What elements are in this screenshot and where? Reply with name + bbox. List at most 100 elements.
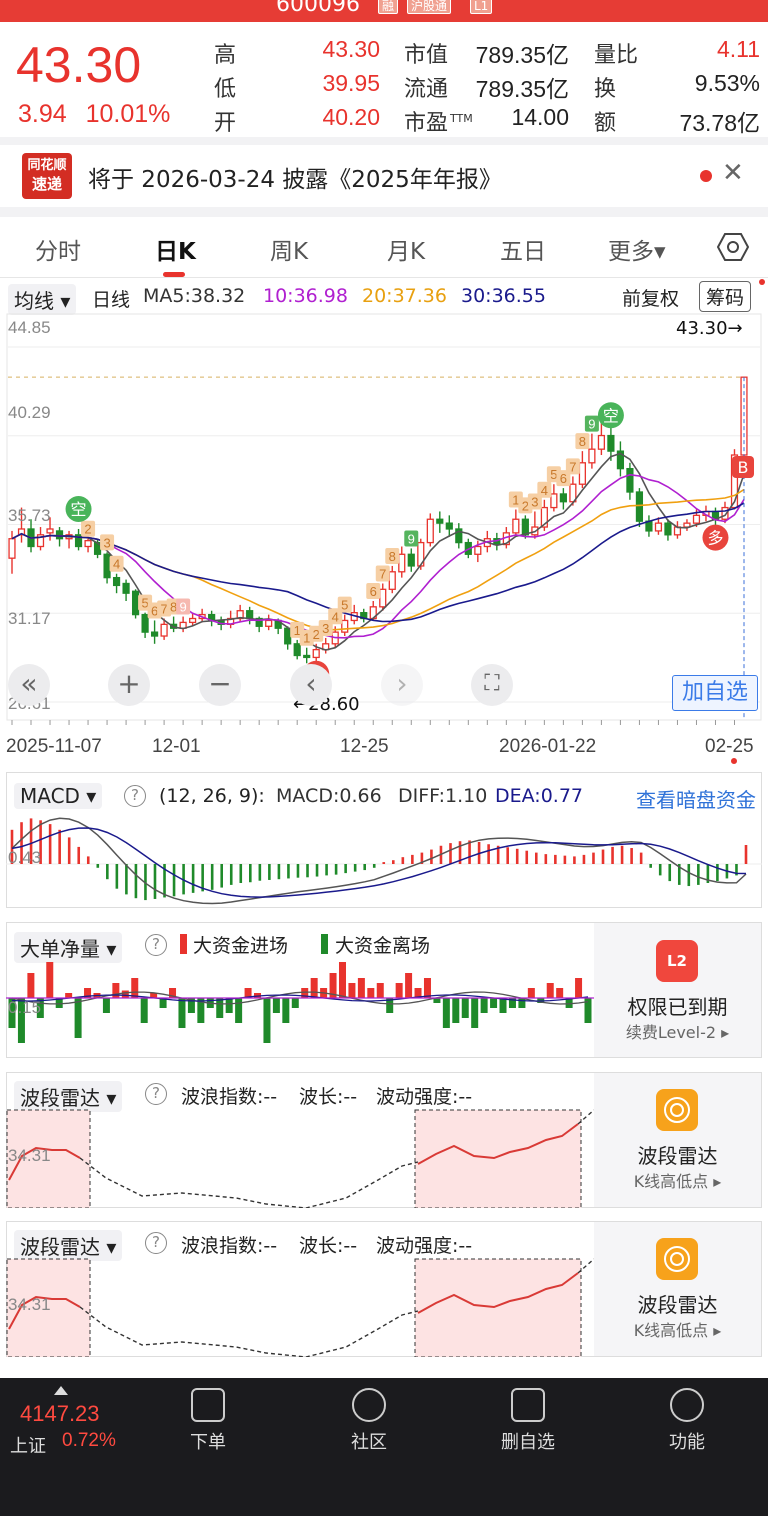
zoom-out-button[interactable]: − [199,664,241,706]
count-label: 3 [322,621,329,636]
candle [141,613,149,633]
candle [265,619,273,627]
low-value: 39.95 [322,70,380,96]
adjust-toggle[interactable]: 前复权 [622,284,679,311]
add-watchlist-button[interactable]: 加自选 [672,675,758,711]
bigorder-bar [518,998,526,1008]
dark-pool-link[interactable]: 查看暗盘资金 [636,784,756,813]
promo-subtitle[interactable]: K线高低点 ▸ [594,1317,761,1341]
candle [8,538,16,559]
chips-button[interactable]: 筹码 [699,281,752,312]
low-label: 低 [214,77,237,102]
divider [0,207,768,217]
tab-intraday[interactable]: 分时 [35,232,81,266]
expand-up-icon[interactable] [54,1386,68,1395]
prev-button[interactable]: ‹ [290,664,332,706]
bigorder-bar [556,988,564,998]
chips-dot [759,279,765,285]
bigorder-bar [310,978,318,998]
wave-strength: 波动强度:-- [376,1086,473,1108]
index-change: 0.72% [62,1430,116,1451]
bigorder-bar [480,998,488,1013]
promo-subtitle[interactable]: 续费Level-2 ▸ [594,1019,761,1043]
ma10-value: 10:36.98 [263,285,348,307]
mktcap-value: 789.35亿 [475,42,569,68]
count-label: 4 [332,609,339,624]
bigorder-select[interactable]: 大单净量 ▾ [14,932,123,963]
collapse-button[interactable]: « [8,664,50,706]
turnover-value: 9.53% [694,70,760,96]
bigorder-bar [490,998,498,1008]
amount-value: 73.78亿 [679,110,760,136]
bigorder-axis-label: 0.15 [8,998,42,1017]
zoom-in-button[interactable]: + [108,664,150,706]
count-label: 4 [541,483,548,498]
candle [407,553,415,567]
amount-label: 额 [594,111,617,136]
tab-monthly[interactable]: 月K [387,232,425,266]
nav-functions[interactable]: 功能 [647,1388,727,1454]
bigorder-bar [74,998,82,1038]
index-value[interactable]: 4147.23 [20,1401,100,1427]
candle [512,518,520,534]
bigorder-bar [546,983,554,998]
buy-signal-badge-text: 多 [707,529,723,548]
candle [607,434,615,452]
count-label: 5 [341,598,348,613]
radar-axis-label: 34.31 [8,1146,51,1165]
candle [436,518,444,524]
high-label: 高 [214,43,237,68]
community-icon [352,1388,386,1422]
settings-icon[interactable] [717,232,749,262]
bigorder-bar [367,988,375,998]
radar-icon [656,1238,698,1280]
x-tick: 2026-01-22 [499,736,597,757]
help-icon[interactable]: ? [145,934,167,956]
close-icon[interactable]: ✕ [722,158,744,188]
change-value: 3.94 [18,100,67,128]
help-icon[interactable]: ? [145,1083,167,1105]
nav-remove-watchlist[interactable]: 删自选 [488,1388,568,1454]
turnover-label: 换 [594,77,617,102]
bigorder-bar [178,998,186,1028]
candle [341,619,349,633]
count-label: 8 [579,434,586,449]
wave-index: 波浪指数:-- [181,1086,278,1108]
tab-more[interactable]: 更多▾ [608,232,666,266]
wave-strength: 波动强度:-- [376,1235,473,1257]
tab-daily[interactable]: 日K [155,232,196,266]
wave-index: 波浪指数:-- [181,1235,278,1257]
wave-length: 波长:-- [299,1086,358,1108]
wave-dashed-line [79,1157,419,1208]
count-label: 7 [569,459,576,474]
candle [303,654,311,659]
count-label: 9 [408,531,415,546]
fullscreen-button[interactable]: ⛶ [471,664,513,706]
kline-chart[interactable]: 234567891123456789123456789空空多多B [0,310,768,725]
next-button[interactable]: › [381,664,423,706]
candle [588,448,596,464]
period-label: 日线 [92,289,131,311]
radar-chart [6,1109,594,1208]
help-icon[interactable]: ? [145,1232,167,1254]
tab-weekly[interactable]: 周K [270,232,308,266]
bigorder-bar [348,983,356,998]
nav-order[interactable]: 下单 [168,1388,248,1454]
help-icon[interactable]: ? [124,785,146,807]
high-value: 43.30 [322,36,380,62]
notice-text[interactable]: 将于 2026-03-24 披露《2025年年报》 [88,160,502,194]
candle [160,623,168,637]
tag-margin: 融 [378,0,399,14]
ma5-value: MA5:38.32 [143,285,246,307]
macd-select[interactable]: MACD ▾ [14,783,103,809]
ma20-value: 20:37.36 [362,285,447,307]
nav-community[interactable]: 社区 [329,1388,409,1454]
wave-dashed-line [79,1306,419,1357]
pe-label: 市盈 TTM [404,111,473,136]
radar-icon [656,1089,698,1131]
tab-five-day[interactable]: 五日 [500,232,546,266]
promo-subtitle[interactable]: K线高低点 ▸ [594,1168,761,1192]
last-price-label: 43.30→ [676,318,743,339]
bigorder-bar [291,998,299,1008]
candle [559,493,567,503]
